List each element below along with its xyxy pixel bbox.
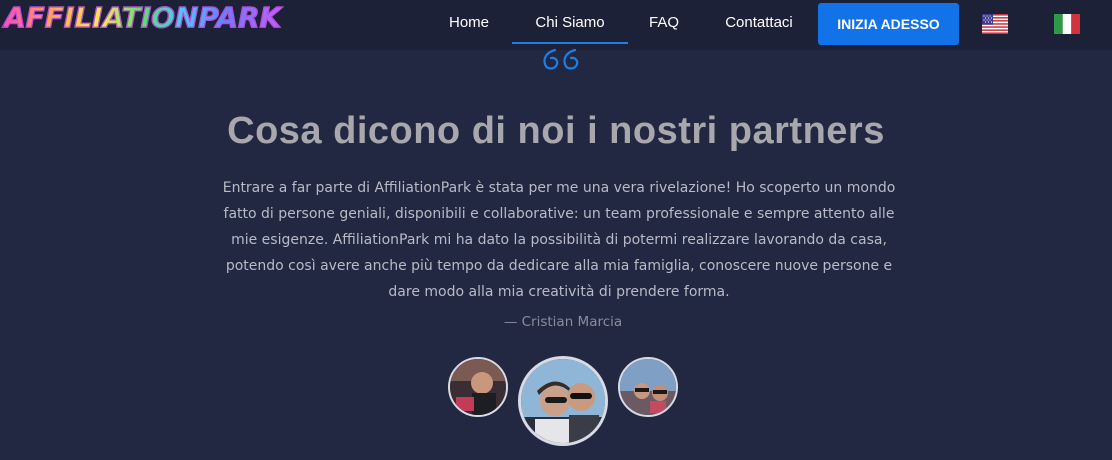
inizia-adesso-button[interactable]: INIZIA ADESSO: [818, 3, 959, 45]
nav-home[interactable]: Home: [436, 0, 502, 44]
quote-icon: [541, 44, 585, 74]
section-title: Cosa dicono di noi i nostri partners: [227, 110, 885, 152]
avatar[interactable]: [618, 357, 678, 417]
nav-chi-siamo[interactable]: Chi Siamo: [512, 0, 628, 44]
avatar[interactable]: [518, 356, 608, 446]
avatar[interactable]: [448, 357, 508, 417]
navbar: AFFILIATIONPARK Home Chi Siamo FAQ Conta…: [0, 0, 1112, 50]
testimonial-author: — Cristian Marcia: [503, 314, 623, 330]
nav-faq[interactable]: FAQ: [636, 0, 692, 44]
nav-contattaci[interactable]: Contattaci: [710, 0, 808, 44]
us-flag-icon[interactable]: [982, 14, 1008, 34]
testimonial-text: Entrare a far parte di AffiliationPark è…: [222, 180, 896, 300]
italy-flag-icon[interactable]: [1054, 14, 1080, 34]
site-logo[interactable]: AFFILIATIONPARK: [3, 0, 281, 36]
